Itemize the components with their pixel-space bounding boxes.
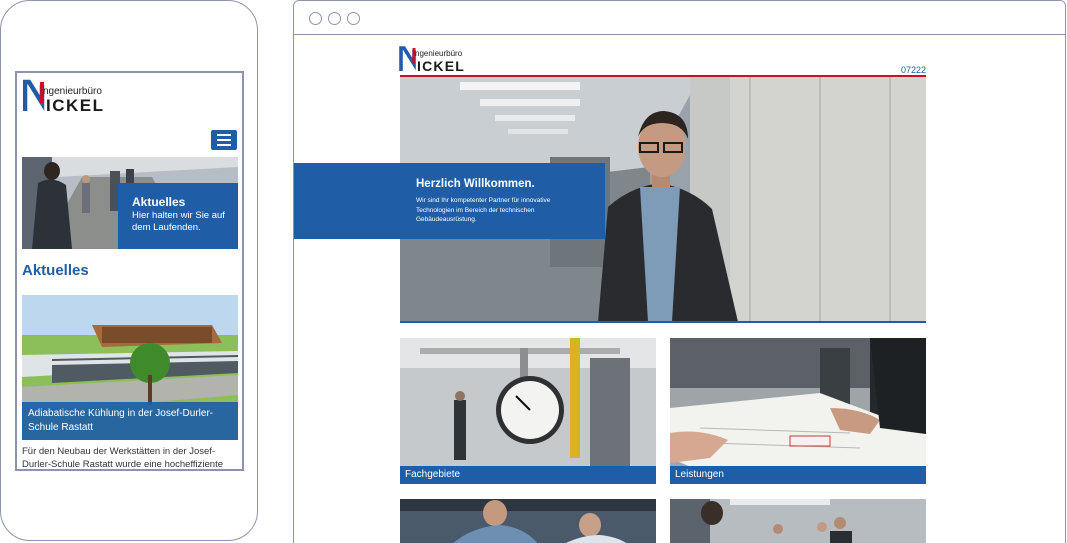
mobile-hero-caption: Aktuelles Hier halten wir Sie auf dem La… (118, 183, 238, 249)
tile-fachgebiete[interactable]: Fachgebiete (400, 338, 656, 484)
menu-bar-icon (217, 144, 231, 146)
browser-title-bar (294, 1, 1065, 35)
logo-name-text: ICKEL (417, 58, 465, 73)
news-card[interactable]: Adiabatische Kühlung in der Josef-Durler… (22, 295, 238, 440)
menu-bar-icon (217, 134, 231, 136)
welcome-title: Herzlich Willkommen. (416, 178, 535, 190)
phone-screen: ngenieurbüro ICKEL Aktuelles Hier halten… (15, 71, 244, 471)
news-teaser-text: Für den Neubau der Werkstätten in der Jo… (22, 446, 224, 470)
tile-team-meeting[interactable] (400, 499, 656, 543)
browser-window: ngenieurbüro ICKEL 07222 934353 (293, 0, 1066, 543)
mobile-hero-banner: Aktuelles Hier halten wir Sie auf dem La… (22, 157, 238, 249)
hamburger-menu-button[interactable] (211, 130, 237, 150)
mockup-stage: ngenieurbüro ICKEL Aktuelles Hier halten… (0, 0, 1067, 543)
corridor-team-photo (670, 499, 926, 543)
logo-prefix-text: ngenieurbüro (415, 49, 463, 58)
section-heading: Aktuelles (22, 262, 89, 279)
logo-name-text: ICKEL (46, 96, 105, 113)
pressure-gauge-photo (400, 338, 656, 484)
window-dot-icon (347, 12, 360, 25)
window-dot-icon (328, 12, 341, 25)
menu-bar-icon (217, 139, 231, 141)
company-logo[interactable]: ngenieurbüro ICKEL (23, 79, 123, 113)
mobile-hero-title: Aktuelles (132, 195, 186, 209)
engineers-meeting-photo (400, 499, 656, 543)
phone-mockup: ngenieurbüro ICKEL Aktuelles Hier halten… (0, 0, 258, 541)
tile-leistungen[interactable]: Leistungen (670, 338, 926, 484)
technical-drawing-photo (670, 338, 926, 484)
welcome-text: Wir sind Ihr kompetenter Partner für inn… (416, 197, 551, 223)
news-title[interactable]: Adiabatische Kühlung in der Josef-Durler… (22, 402, 238, 440)
window-dot-icon (309, 12, 322, 25)
tile-corridor-team[interactable] (670, 499, 926, 543)
company-logo[interactable]: ngenieurbüro ICKEL (399, 45, 479, 73)
hero-bottom-border (400, 321, 926, 323)
tile-label-fachgebiete[interactable]: Fachgebiete (400, 466, 656, 484)
mobile-hero-subtitle: Hier halten wir Sie auf dem Laufenden. (132, 210, 225, 233)
tile-label-leistungen[interactable]: Leistungen (670, 466, 926, 484)
welcome-panel: Herzlich Willkommen. Wir sind Ihr kompet… (294, 163, 605, 239)
